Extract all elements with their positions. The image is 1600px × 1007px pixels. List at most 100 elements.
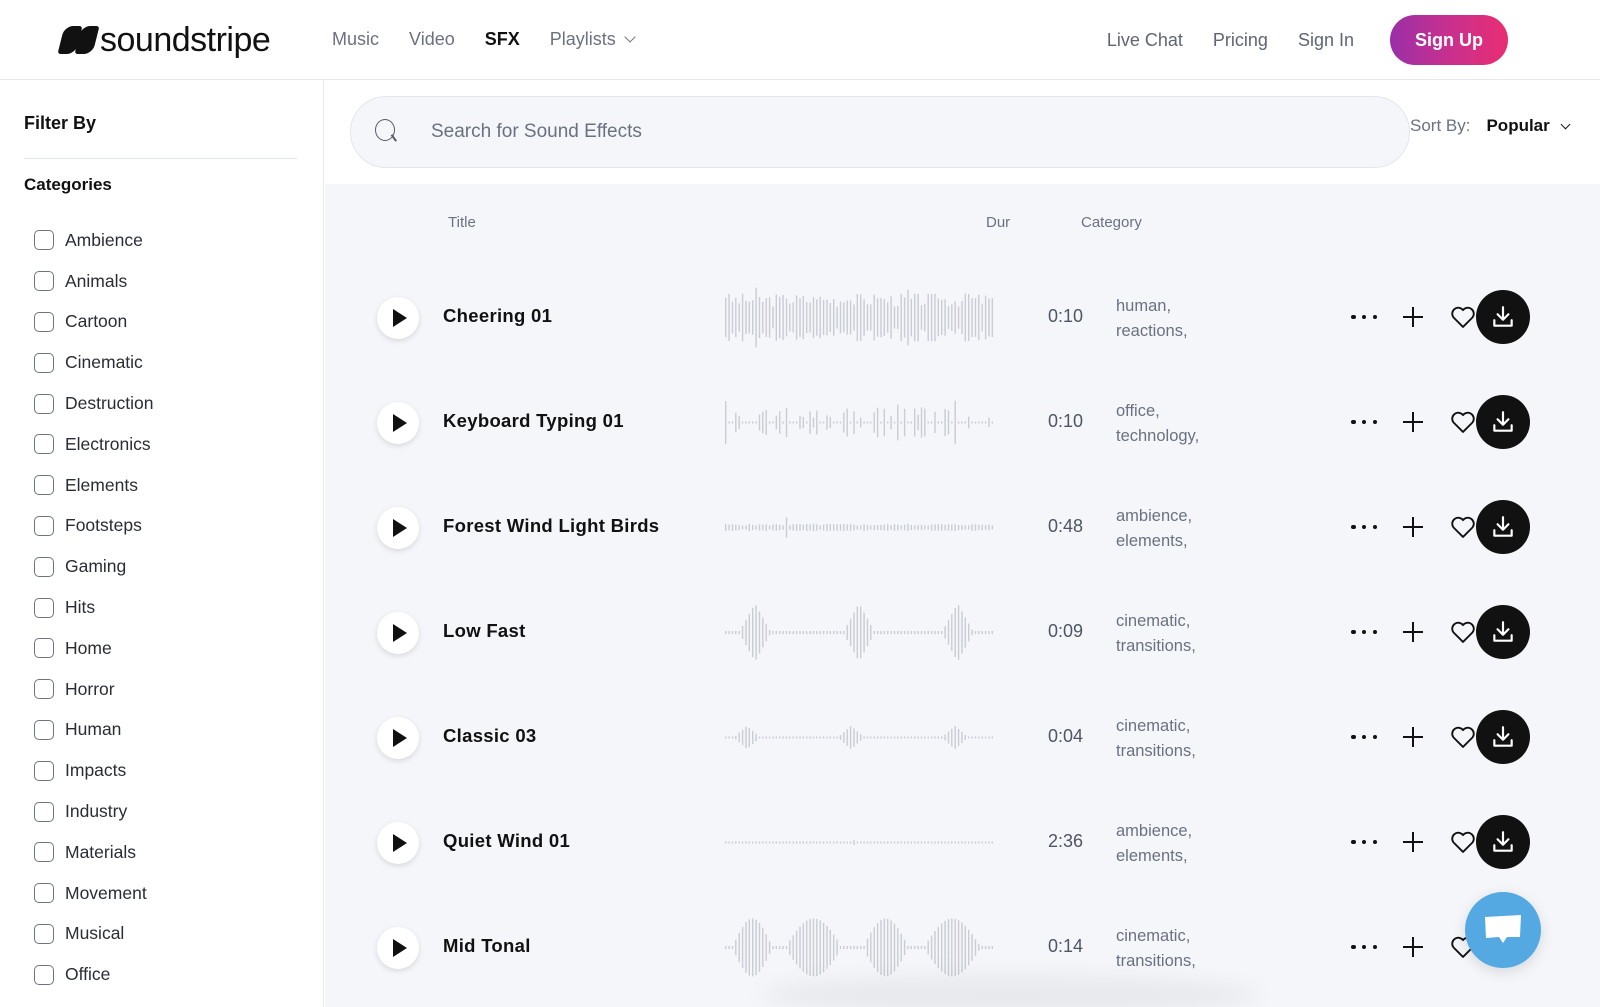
category-checkbox[interactable]	[34, 719, 54, 740]
add-to-playlist-button[interactable]	[1401, 305, 1425, 329]
waveform[interactable]	[725, 915, 995, 980]
category-checkbox[interactable]	[34, 883, 54, 904]
category-checkbox[interactable]	[34, 515, 54, 536]
favorite-button[interactable]	[1449, 303, 1477, 331]
category-item[interactable]: Human	[34, 710, 154, 751]
category-item[interactable]: Musical	[34, 914, 154, 955]
category-tag[interactable]: cinematic,	[1116, 924, 1196, 949]
waveform[interactable]	[725, 495, 995, 560]
favorite-button[interactable]	[1449, 408, 1477, 436]
category-item[interactable]: Office	[34, 954, 154, 995]
download-button[interactable]	[1476, 395, 1530, 449]
category-tag[interactable]: transitions,	[1116, 949, 1196, 974]
category-checkbox[interactable]	[34, 230, 54, 251]
category-item[interactable]: Cinematic	[34, 342, 154, 383]
track-title[interactable]: Mid Tonal	[443, 935, 531, 957]
play-button[interactable]	[377, 612, 419, 654]
category-item[interactable]: Destruction	[34, 383, 154, 424]
waveform[interactable]	[725, 810, 995, 875]
category-checkbox[interactable]	[34, 311, 54, 332]
category-item[interactable]: Industry	[34, 791, 154, 832]
category-checkbox[interactable]	[34, 638, 54, 659]
category-tag[interactable]: reactions,	[1116, 319, 1188, 344]
waveform[interactable]	[725, 600, 995, 665]
waveform[interactable]	[725, 705, 995, 770]
more-options-button[interactable]	[1349, 305, 1379, 329]
category-item[interactable]: Home	[34, 628, 154, 669]
more-options-button[interactable]	[1349, 410, 1379, 434]
category-checkbox[interactable]	[34, 923, 54, 944]
category-item[interactable]: Cartoon	[34, 302, 154, 343]
category-checkbox[interactable]	[34, 271, 54, 292]
play-button[interactable]	[377, 717, 419, 759]
more-options-button[interactable]	[1349, 935, 1379, 959]
category-tag[interactable]: transitions,	[1116, 739, 1196, 764]
download-button[interactable]	[1476, 710, 1530, 764]
category-tag[interactable]: elements,	[1116, 529, 1192, 554]
category-item[interactable]: Movement	[34, 873, 154, 914]
category-checkbox[interactable]	[34, 964, 54, 985]
search-bar[interactable]	[350, 96, 1410, 168]
category-tag[interactable]: ambience,	[1116, 504, 1192, 529]
category-tag[interactable]: technology,	[1116, 424, 1199, 449]
live-chat-button[interactable]	[1465, 892, 1541, 968]
category-checkbox[interactable]	[34, 393, 54, 414]
play-button[interactable]	[377, 402, 419, 444]
sign-up-button[interactable]: Sign Up	[1390, 15, 1508, 65]
add-to-playlist-button[interactable]	[1401, 935, 1425, 959]
add-to-playlist-button[interactable]	[1401, 410, 1425, 434]
track-title[interactable]: Classic 03	[443, 725, 537, 747]
play-button[interactable]	[377, 822, 419, 864]
category-tag[interactable]: cinematic,	[1116, 609, 1196, 634]
category-checkbox[interactable]	[34, 475, 54, 496]
more-options-button[interactable]	[1349, 515, 1379, 539]
nav-sfx[interactable]: SFX	[485, 26, 520, 52]
more-options-button[interactable]	[1349, 620, 1379, 644]
nav-video[interactable]: Video	[409, 26, 455, 52]
more-options-button[interactable]	[1349, 725, 1379, 749]
category-item[interactable]: Hits	[34, 587, 154, 628]
nav-playlists[interactable]: Playlists	[550, 26, 636, 52]
category-item[interactable]: Impacts	[34, 750, 154, 791]
waveform[interactable]	[725, 285, 995, 350]
category-item[interactable]: Horror	[34, 669, 154, 710]
more-options-button[interactable]	[1349, 830, 1379, 854]
add-to-playlist-button[interactable]	[1401, 515, 1425, 539]
add-to-playlist-button[interactable]	[1401, 830, 1425, 854]
play-button[interactable]	[377, 507, 419, 549]
category-item[interactable]: Animals	[34, 261, 154, 302]
track-title[interactable]: Keyboard Typing 01	[443, 410, 624, 432]
category-tag[interactable]: cinematic,	[1116, 714, 1196, 739]
category-tag[interactable]: human,	[1116, 294, 1188, 319]
nav-music[interactable]: Music	[332, 26, 379, 52]
category-checkbox[interactable]	[34, 556, 54, 577]
search-input[interactable]	[431, 121, 1331, 143]
download-button[interactable]	[1476, 290, 1530, 344]
play-button[interactable]	[377, 927, 419, 969]
favorite-button[interactable]	[1449, 828, 1477, 856]
category-item[interactable]: Materials	[34, 832, 154, 873]
favorite-button[interactable]	[1449, 618, 1477, 646]
category-checkbox[interactable]	[34, 801, 54, 822]
category-checkbox[interactable]	[34, 679, 54, 700]
category-item[interactable]: Ambience	[34, 220, 154, 261]
nav-live-chat[interactable]: Live Chat	[1107, 27, 1183, 53]
category-item[interactable]: Electronics	[34, 424, 154, 465]
logo[interactable]: soundstripe	[57, 22, 271, 58]
category-item[interactable]: Footsteps	[34, 506, 154, 547]
sort-dropdown[interactable]: Popular	[1486, 116, 1571, 136]
download-button[interactable]	[1476, 500, 1530, 554]
play-button[interactable]	[377, 297, 419, 339]
download-button[interactable]	[1476, 815, 1530, 869]
category-checkbox[interactable]	[34, 434, 54, 455]
track-title[interactable]: Quiet Wind 01	[443, 830, 570, 852]
track-title[interactable]: Forest Wind Light Birds	[443, 515, 659, 537]
category-item[interactable]: Gaming	[34, 546, 154, 587]
category-tag[interactable]: office,	[1116, 399, 1199, 424]
category-tag[interactable]: elements,	[1116, 844, 1192, 869]
category-item[interactable]: Elements	[34, 465, 154, 506]
category-tag[interactable]: transitions,	[1116, 634, 1196, 659]
nav-sign-in[interactable]: Sign In	[1298, 27, 1354, 53]
track-title[interactable]: Low Fast	[443, 620, 526, 642]
category-checkbox[interactable]	[34, 352, 54, 373]
